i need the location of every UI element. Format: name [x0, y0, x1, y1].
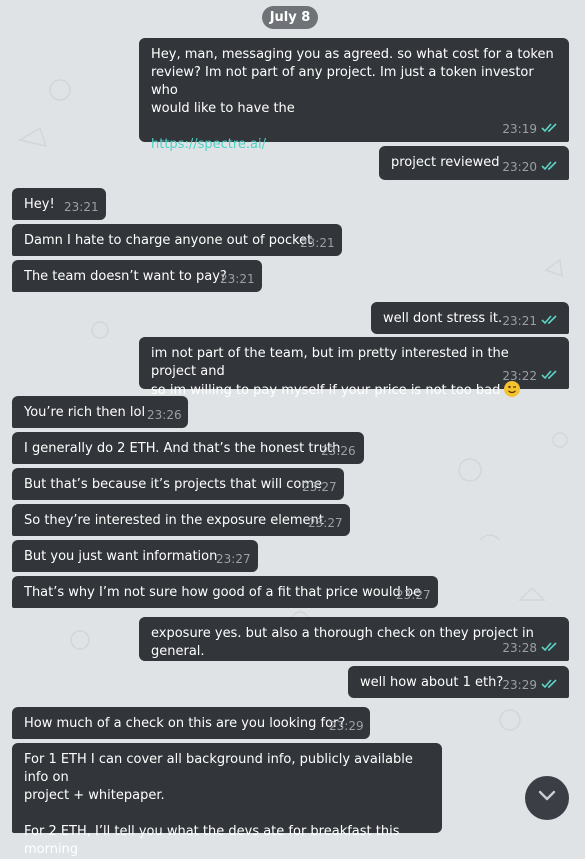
message-text-line: so im willing to pay myself if your pric…	[151, 381, 557, 400]
message-time: 23:19	[502, 121, 537, 136]
message-time: 23:20	[502, 159, 537, 174]
message-bubble[interactable]: project reviewed 23:20	[379, 146, 569, 180]
message-time: 23:26	[321, 444, 356, 458]
message-time: 23:21	[300, 236, 335, 250]
double-check-icon	[541, 639, 559, 657]
double-check-icon	[541, 676, 559, 694]
message-text: Damn I hate to charge anyone out of pock…	[24, 233, 313, 248]
message-meta: 23:28	[502, 639, 559, 658]
double-check-icon	[541, 312, 559, 330]
message-bubble[interactable]: But you just want information 23:27	[12, 540, 258, 572]
message-text: The team doesn’t want to pay?	[24, 269, 227, 284]
message-bubble[interactable]: So they’re interested in the exposure el…	[12, 504, 350, 536]
message-bubble[interactable]: The team doesn’t want to pay? 23:21	[12, 260, 262, 292]
message-meta: 23:20	[502, 158, 559, 177]
message-text: exposure yes. but also a thorough check …	[151, 626, 538, 659]
message-time: 23:21	[502, 313, 537, 328]
message-time: 23:22	[502, 368, 537, 383]
message-meta: 23:29	[502, 676, 559, 695]
double-check-icon	[541, 367, 559, 385]
message-bubble[interactable]: For 1 ETH I can cover all background inf…	[12, 743, 442, 857]
message-time: 23:27	[396, 588, 431, 602]
scroll-down-button[interactable]	[525, 776, 569, 820]
message-bubble[interactable]: im not part of the team, but im pretty i…	[139, 337, 569, 398]
message-time: 23:27	[216, 552, 251, 566]
message-text: But you just want information	[24, 549, 218, 564]
message-text: well how about 1 eth?	[360, 675, 504, 690]
message-text: You’re rich then lol	[24, 405, 146, 420]
message-time: 23:29	[502, 677, 537, 692]
message-bubble[interactable]: Hey, man, messaging you as agreed. so wh…	[139, 38, 569, 152]
message-bubble[interactable]: well dont stress it. 23:21	[371, 302, 569, 334]
message-text: Hey!	[24, 197, 55, 212]
message-bubble[interactable]: Damn I hate to charge anyone out of pock…	[12, 224, 342, 256]
message-meta: 23:22	[502, 367, 559, 386]
message-bubble[interactable]: You’re rich then lol 23:26	[12, 396, 188, 428]
message-time: 23:21	[64, 200, 99, 214]
date-separator: July 8	[262, 6, 318, 29]
message-bubble[interactable]: exposure yes. but also a thorough check …	[139, 617, 569, 661]
message-meta: 23:21	[502, 312, 559, 331]
message-text: project reviewed	[391, 155, 500, 170]
message-time: 23:27	[302, 480, 337, 494]
message-time: 23:29	[329, 719, 364, 733]
message-text-line: project + whitepaper.	[24, 788, 165, 803]
message-text: How much of a check on this are you look…	[24, 716, 346, 731]
message-time: 23:21	[220, 272, 255, 286]
message-text-line: For 1 ETH I can cover all background inf…	[24, 752, 413, 785]
message-text: I generally do 2 ETH. And that’s the hon…	[24, 441, 341, 456]
message-text-line: Hey, man, messaging you as agreed. so wh…	[151, 47, 554, 62]
message-bubble[interactable]: That’s why I’m not sure how good of a fi…	[12, 576, 438, 608]
message-text: well dont stress it.	[383, 311, 503, 326]
message-text: But that’s because it’s projects that wi…	[24, 477, 322, 492]
message-bubble[interactable]: Hey! 23:21	[12, 188, 106, 220]
message-time: 23:27	[308, 516, 343, 530]
message-text: That’s why I’m not sure how good of a fi…	[24, 585, 422, 600]
message-text-line: im not part of the team, but im pretty i…	[151, 346, 509, 379]
message-text-line: For 2 ETH, I’ll tell you what the devs a…	[24, 824, 400, 857]
message-text-line	[24, 805, 430, 823]
message-text-line: review? Im not part of any project. Im j…	[151, 65, 534, 98]
message-meta: 23:19	[502, 120, 559, 139]
chevron-down-icon	[537, 790, 557, 806]
message-bubble[interactable]: well how about 1 eth? 23:29	[348, 666, 569, 698]
message-bubble[interactable]: How much of a check on this are you look…	[12, 707, 370, 739]
message-time: 23:28	[502, 640, 537, 655]
message-time: 23:26	[147, 408, 182, 422]
message-bubble[interactable]: But that’s because it’s projects that wi…	[12, 468, 344, 500]
message-bubble[interactable]: I generally do 2 ETH. And that’s the hon…	[12, 432, 364, 464]
double-check-icon	[541, 158, 559, 176]
message-text: So they’re interested in the exposure el…	[24, 513, 324, 528]
message-text-line: would like to have the	[151, 101, 295, 116]
double-check-icon	[541, 120, 559, 138]
